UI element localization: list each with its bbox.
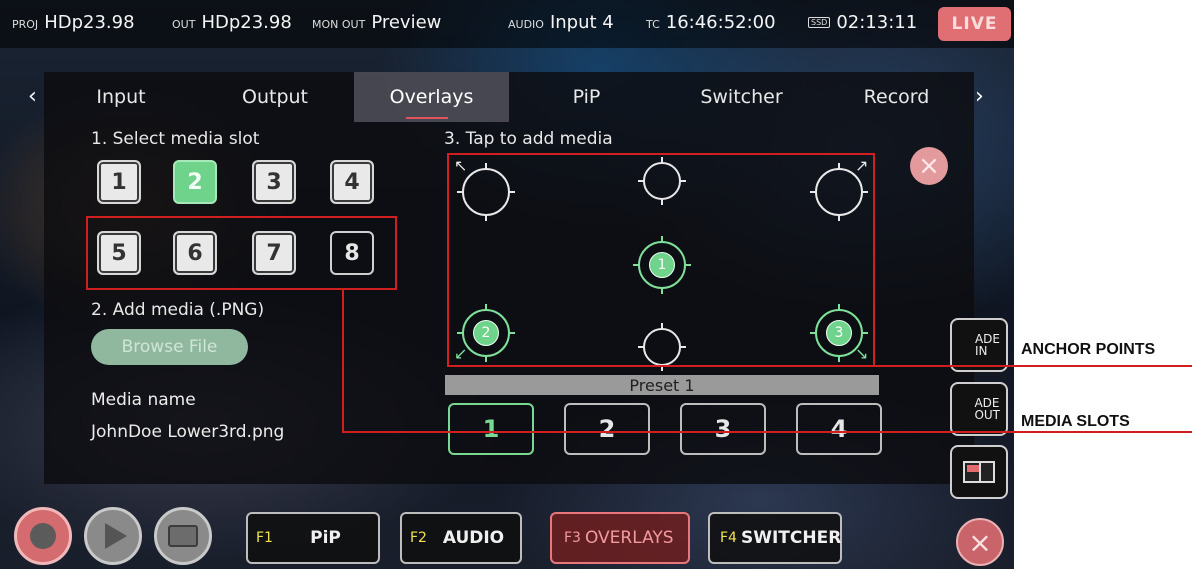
media-slot-3[interactable]: 3 bbox=[252, 160, 296, 204]
f2-function-label: AUDIO bbox=[442, 528, 505, 548]
preset-button-3[interactable]: 3 bbox=[680, 403, 766, 455]
tap-to-add-media-heading: 3. Tap to add media bbox=[444, 129, 613, 149]
ssd-icon: SSD bbox=[808, 17, 831, 28]
playlist-button[interactable] bbox=[154, 507, 212, 565]
tab-pip[interactable]: PiP bbox=[509, 72, 664, 122]
audio-source[interactable]: AUDIO Input 4 bbox=[508, 12, 614, 33]
preset-button-2[interactable]: 2 bbox=[564, 403, 650, 455]
f4-switcher-button[interactable]: F4 SWITCHER bbox=[708, 512, 842, 564]
media-slot-4[interactable]: 4 bbox=[330, 160, 374, 204]
f4-function-label: SWITCHER bbox=[740, 528, 842, 548]
media-slots-highlight bbox=[86, 216, 397, 290]
ssd-remaining: SSD 02:13:11 bbox=[808, 12, 917, 33]
out-value: HDp23.98 bbox=[201, 12, 292, 33]
browse-file-button[interactable]: Browse File bbox=[91, 329, 248, 365]
layout-button[interactable] bbox=[950, 445, 1008, 499]
close-menu-icon[interactable]: × bbox=[956, 518, 1004, 566]
mon-out[interactable]: MON OUT Preview bbox=[312, 12, 441, 33]
anchor-points-highlight bbox=[447, 153, 875, 367]
media-slot-2[interactable]: 2 bbox=[173, 160, 217, 204]
media-slot-1[interactable]: 1 bbox=[97, 160, 141, 204]
f2-audio-button[interactable]: F2 AUDIO bbox=[400, 512, 522, 564]
live-button[interactable]: LIVE bbox=[938, 7, 1011, 41]
play-button[interactable] bbox=[84, 507, 142, 565]
next-arrow-icon[interactable]: › bbox=[975, 84, 984, 109]
play-icon bbox=[105, 523, 127, 549]
media-slots-annotation: MEDIA SLOTS bbox=[1021, 413, 1130, 430]
prev-arrow-icon[interactable]: ‹ bbox=[28, 84, 37, 109]
tc-label: TC bbox=[646, 18, 660, 31]
preset-title: Preset 1 bbox=[445, 375, 879, 395]
audio-value: Input 4 bbox=[549, 12, 614, 33]
layout-icon bbox=[963, 461, 995, 483]
media-slots-callout-line-horizontal bbox=[342, 431, 1192, 433]
tab-record[interactable]: Record bbox=[819, 72, 974, 122]
tc-value: 16:46:52:00 bbox=[665, 12, 776, 33]
tab-overlays[interactable]: Overlays bbox=[354, 72, 509, 122]
mon-out-label: MON OUT bbox=[312, 18, 366, 31]
record-button[interactable] bbox=[14, 507, 72, 565]
timecode[interactable]: TC 16:46:52:00 bbox=[646, 12, 776, 33]
record-icon bbox=[30, 523, 56, 549]
preset-button-1[interactable]: 1 bbox=[448, 403, 534, 455]
select-media-slot-heading: 1. Select media slot bbox=[91, 129, 260, 149]
f2-key-label: F2 bbox=[410, 530, 427, 546]
close-icon[interactable]: × bbox=[910, 147, 948, 185]
out-label: OUT bbox=[172, 18, 196, 31]
status-bar: PROJ HDp23.98 OUT HDp23.98 MON OUT Previ… bbox=[0, 0, 1014, 48]
ssd-value: 02:13:11 bbox=[836, 12, 918, 33]
f3-key-label: F3 bbox=[564, 530, 581, 546]
audio-label: AUDIO bbox=[508, 18, 544, 31]
f1-pip-button[interactable]: F1 PiP bbox=[246, 512, 380, 564]
fade-in-button[interactable]: ADE IN bbox=[950, 318, 1008, 372]
media-name-value: JohnDoe Lower3rd.png bbox=[91, 422, 285, 442]
tab-switcher[interactable]: Switcher bbox=[664, 72, 819, 122]
proj-value: HDp23.98 bbox=[44, 12, 135, 33]
playlist-icon bbox=[168, 525, 198, 547]
anchor-points-callout-line bbox=[874, 365, 1192, 367]
preset-button-4[interactable]: 4 bbox=[796, 403, 882, 455]
out-format: OUT HDp23.98 bbox=[172, 12, 292, 33]
proj-label: PROJ bbox=[12, 18, 39, 31]
f3-function-label: OVERLAYS bbox=[584, 528, 674, 548]
active-tab-indicator bbox=[406, 117, 448, 119]
fade-out-button[interactable]: ADE OUT bbox=[950, 382, 1008, 436]
proj-format: PROJ HDp23.98 bbox=[12, 12, 135, 33]
tab-input[interactable]: Input bbox=[44, 72, 198, 122]
anchor-points-annotation: ANCHOR POINTS bbox=[1021, 341, 1156, 358]
f1-key-label: F1 bbox=[256, 530, 273, 546]
add-media-heading: 2. Add media (.PNG) bbox=[91, 300, 265, 320]
tab-bar: Input Output Overlays PiP Switcher Recor… bbox=[44, 72, 974, 122]
media-slots-callout-line-vertical bbox=[342, 288, 344, 433]
media-name-label: Media name bbox=[91, 390, 196, 410]
f4-key-label: F4 bbox=[720, 530, 737, 546]
f1-function-label: PiP bbox=[310, 528, 341, 548]
f3-overlays-button[interactable]: F3 OVERLAYS bbox=[550, 512, 690, 564]
mon-out-value: Preview bbox=[371, 12, 442, 33]
tab-output[interactable]: Output bbox=[198, 72, 352, 122]
